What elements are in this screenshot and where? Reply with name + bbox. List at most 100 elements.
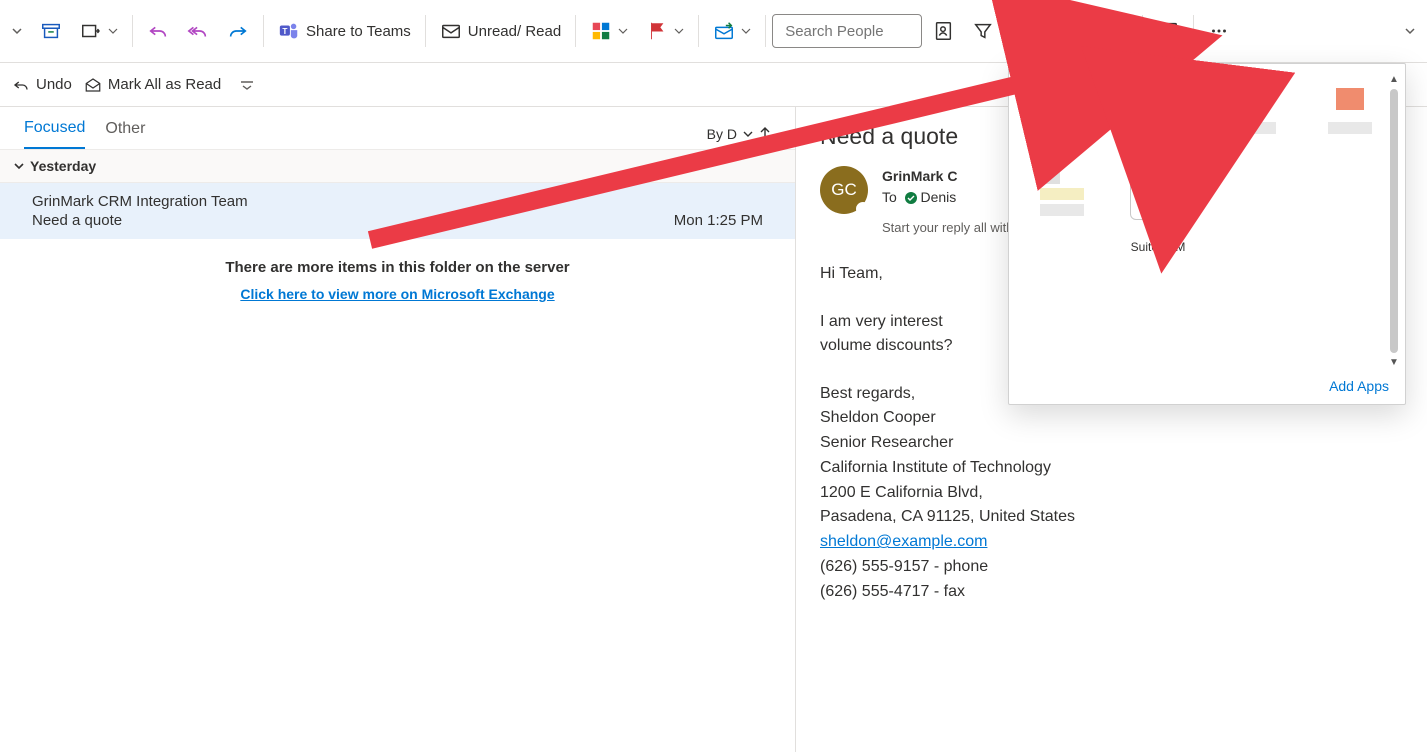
- scroll-up-icon[interactable]: ▲: [1389, 74, 1399, 85]
- app-icon-blurred: [1130, 82, 1186, 138]
- message-from: GrinMark CRM Integration Team: [32, 193, 763, 210]
- inbox-tabs: Focused Other By D: [0, 107, 795, 149]
- sig-fax: (626) 555-4717 - fax: [820, 580, 1403, 605]
- to-name: Denis: [920, 189, 956, 205]
- translate-button[interactable]: あA: [1031, 14, 1085, 48]
- envelope-icon: [440, 20, 462, 42]
- unread-read-button[interactable]: Unread/ Read: [432, 14, 569, 48]
- undo-button[interactable]: [139, 14, 177, 48]
- recipient-row: To Denis: [882, 187, 1014, 208]
- view-more-link[interactable]: Click here to view more on Microsoft Exc…: [240, 286, 554, 302]
- sig-addr2: Pasadena, CA 91125, United States: [820, 505, 1403, 530]
- categories-icon: [590, 20, 612, 42]
- sig-org: California Institute of Technology: [820, 456, 1403, 481]
- sig-name: Sheldon Cooper: [820, 406, 1403, 431]
- tab-focused[interactable]: Focused: [24, 119, 85, 149]
- search-people-field[interactable]: [783, 22, 911, 41]
- share-teams-label: Share to Teams: [306, 23, 411, 40]
- group-label: Yesterday: [30, 158, 96, 174]
- app-item[interactable]: [1123, 82, 1193, 138]
- separator: [575, 15, 576, 47]
- send-receive-button[interactable]: [705, 14, 759, 48]
- app-icon-blurred: [1034, 82, 1090, 138]
- signature: Best regards, Sheldon Cooper Senior Rese…: [820, 382, 1403, 605]
- scroll-thumb[interactable]: [1390, 89, 1398, 353]
- sig-phone: (626) 555-9157 - phone: [820, 555, 1403, 580]
- app-item[interactable]: [1027, 82, 1097, 138]
- message-item[interactable]: GrinMark CRM Integration Team Need a quo…: [0, 183, 795, 239]
- message-list-pane: Focused Other By D Yesterday GrinMark CR…: [0, 107, 796, 752]
- group-header-yesterday[interactable]: Yesterday: [0, 149, 795, 183]
- archive-icon: [40, 20, 62, 42]
- sender-avatar[interactable]: GC: [820, 166, 868, 214]
- address-book-button[interactable]: [924, 14, 962, 48]
- sig-addr1: 1200 E California Blvd,: [820, 481, 1403, 506]
- filter-icon: [972, 20, 994, 42]
- app-icon-blurred: [1034, 164, 1090, 220]
- more-items-text: There are more items in this folder on t…: [0, 259, 795, 276]
- flag-icon: [646, 20, 668, 42]
- undo-quick-button[interactable]: Undo: [12, 76, 72, 94]
- separator: [1091, 15, 1092, 47]
- forward-icon: [227, 20, 249, 42]
- reply-all-icon: [187, 20, 209, 42]
- envelope-open-icon: [84, 76, 102, 94]
- address-book-icon: [932, 20, 954, 42]
- categorize-button[interactable]: [582, 14, 636, 48]
- separator: [132, 15, 133, 47]
- undo-label: Undo: [36, 76, 72, 93]
- flag-button[interactable]: [638, 14, 692, 48]
- chevron-down-icon: [14, 161, 24, 171]
- sig-title: Senior Researcher: [820, 431, 1403, 456]
- more-button[interactable]: [1200, 14, 1238, 48]
- ribbon: T Share to Teams Unread/ Read あA: [0, 0, 1427, 63]
- app-item[interactable]: [1027, 164, 1097, 255]
- reply-suggestion: Start your reply all with: [882, 218, 1014, 238]
- app-icon-blurred: [1226, 82, 1282, 138]
- sort-direction-icon[interactable]: [759, 127, 771, 141]
- add-apps-link[interactable]: Add Apps: [1329, 378, 1389, 394]
- apps-scrollbar[interactable]: ▲ ▼: [1387, 74, 1401, 368]
- app-item-suitecrm[interactable]: GM <>SuiteCRM: [1123, 164, 1193, 255]
- app-item[interactable]: [1315, 82, 1385, 138]
- send-receive-icon: [713, 20, 735, 42]
- mark-all-read-button[interactable]: Mark All as Read: [84, 76, 221, 94]
- app-item[interactable]: [1219, 82, 1289, 138]
- separator: [1142, 15, 1143, 47]
- more-items-notice: There are more items in this folder on t…: [0, 239, 795, 322]
- insights-button[interactable]: [1149, 14, 1187, 48]
- teams-icon: T: [278, 20, 300, 42]
- scroll-down-icon[interactable]: ▼: [1389, 357, 1399, 368]
- separator: [263, 15, 264, 47]
- mark-all-read-label: Mark All as Read: [108, 76, 221, 93]
- apps-grid: GM <>SuiteCRM: [1009, 64, 1405, 261]
- separator: [1193, 15, 1194, 47]
- to-label: To: [882, 189, 897, 205]
- separator: [698, 15, 699, 47]
- sender-name: GrinMark C: [882, 166, 1014, 187]
- sort-control[interactable]: By D: [707, 126, 771, 142]
- apps-grid-icon: [1106, 20, 1128, 42]
- separator: [425, 15, 426, 47]
- collapse-ribbon-button[interactable]: [1397, 18, 1423, 44]
- share-teams-button[interactable]: T Share to Teams: [270, 14, 419, 48]
- sig-email-link[interactable]: sheldon@example.com: [820, 533, 987, 550]
- insights-icon: [1157, 20, 1179, 42]
- all-apps-button[interactable]: [1098, 14, 1136, 48]
- separator: [765, 15, 766, 47]
- customize-quick-access[interactable]: [239, 80, 255, 90]
- app-label: <>SuiteCRM: [1131, 226, 1186, 255]
- presence-available-icon: [905, 192, 917, 204]
- search-people-input[interactable]: [772, 14, 922, 48]
- tab-other[interactable]: Other: [105, 120, 145, 148]
- undo-icon: [147, 20, 169, 42]
- ribbon-expand-button[interactable]: [4, 20, 30, 42]
- archive-button[interactable]: [32, 14, 70, 48]
- unread-read-label: Unread/ Read: [468, 23, 561, 40]
- filter-button[interactable]: [964, 14, 1018, 48]
- apps-panel: GM <>SuiteCRM ▲ ▼ Add Apps: [1008, 63, 1406, 405]
- move-button[interactable]: [72, 14, 126, 48]
- message-time: Mon 1:25 PM: [674, 212, 763, 229]
- reply-all-button[interactable]: [179, 14, 217, 48]
- forward-button[interactable]: [219, 14, 257, 48]
